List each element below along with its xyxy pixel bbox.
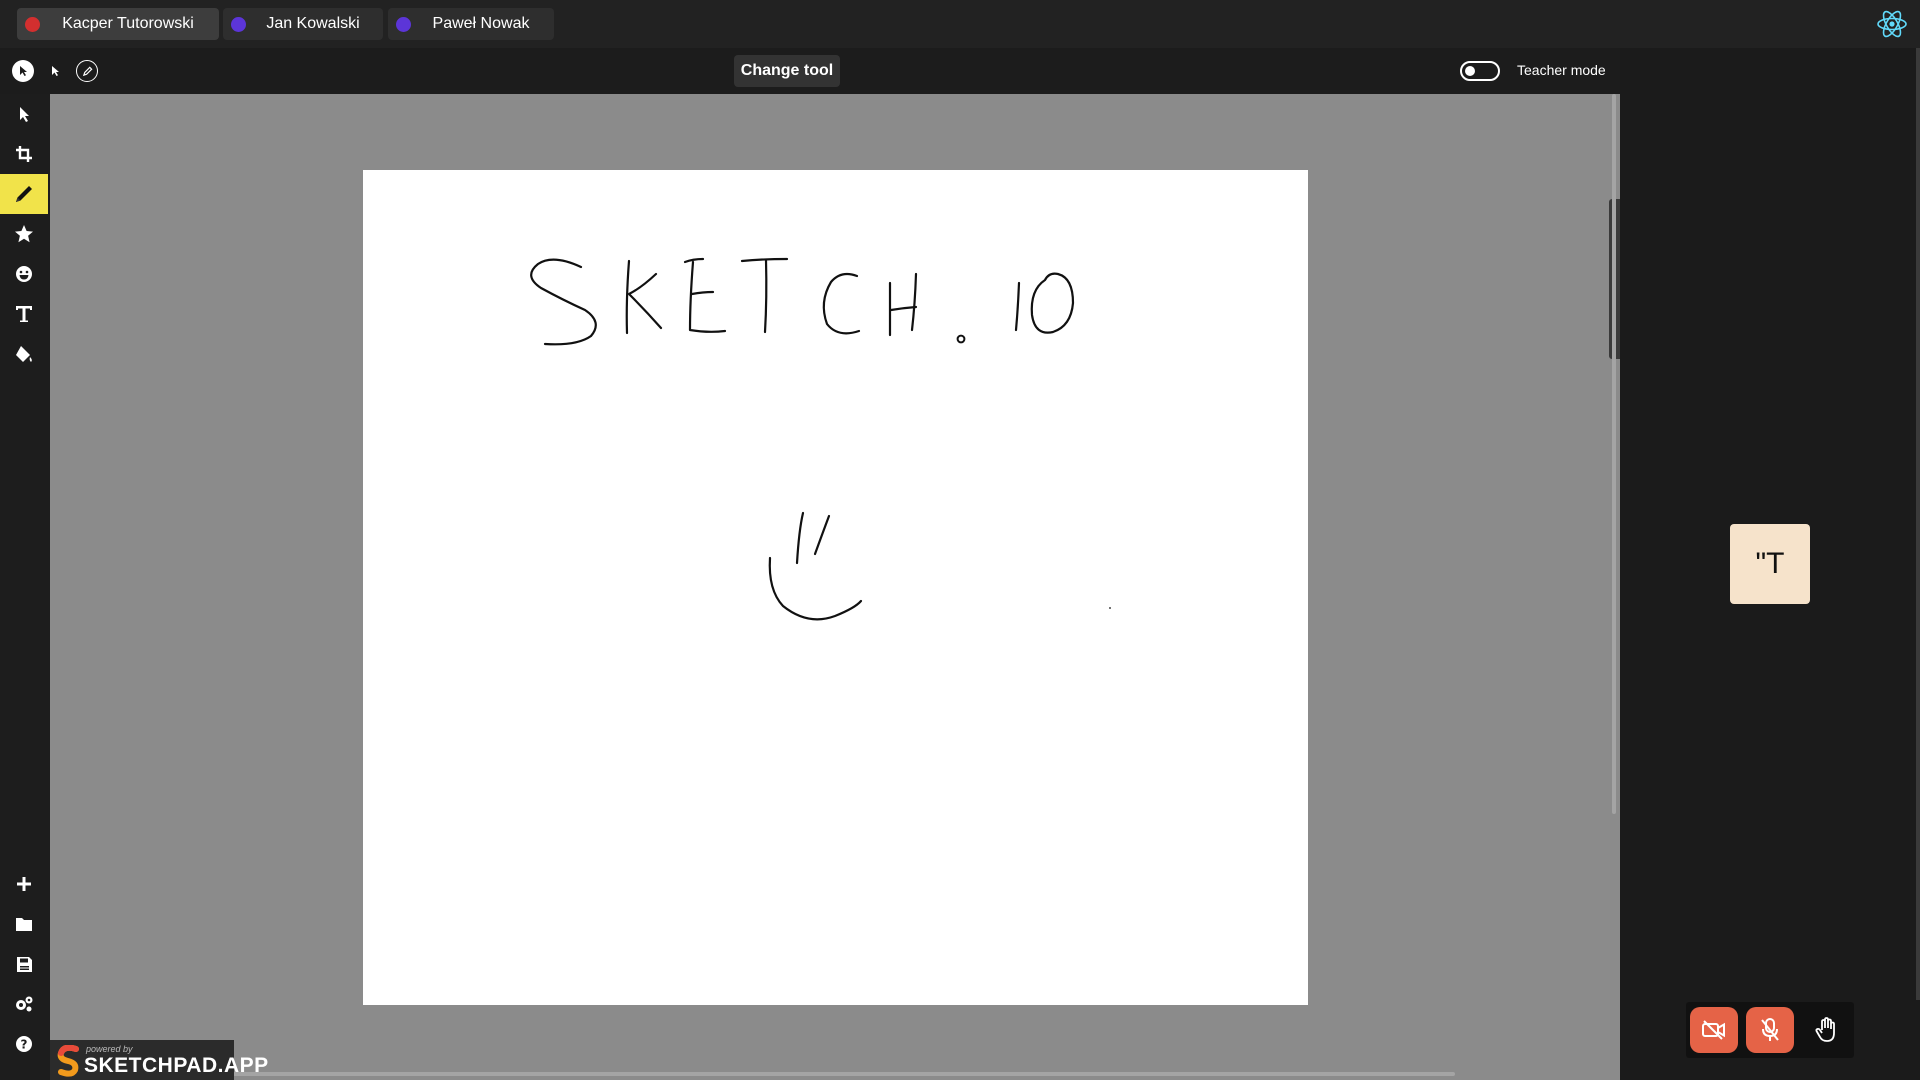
user-name: Paweł Nowak <box>432 15 530 32</box>
folder-icon <box>16 918 32 931</box>
camera-toggle-button[interactable] <box>1690 1007 1738 1053</box>
powered-by-label: powered by <box>86 1044 133 1054</box>
crop-icon <box>16 146 32 162</box>
pointer-filled-icon[interactable] <box>12 60 34 82</box>
text-icon <box>16 306 32 322</box>
save-icon <box>16 956 32 972</box>
open-folder-button[interactable] <box>0 904 48 944</box>
pointer-icon[interactable] <box>44 60 66 82</box>
settings-button[interactable] <box>0 984 48 1024</box>
react-icon[interactable] <box>1876 8 1908 40</box>
add-icon <box>17 877 31 891</box>
help-button[interactable]: ? <box>0 1024 48 1064</box>
star-icon <box>15 225 33 243</box>
panel-scrollbar[interactable] <box>1916 48 1920 1000</box>
vertical-scrollbar[interactable] <box>1612 94 1616 814</box>
user-name: Kacper Tutorowski <box>62 15 194 32</box>
user-tab-kacper-tutorowski[interactable]: Kacper Tutorowski <box>17 8 219 40</box>
camera-off-icon <box>1702 1020 1725 1040</box>
pencil-icon <box>16 186 32 202</box>
mic-off-icon <box>1761 1018 1779 1041</box>
sketchpad-name: SKETCHPAD.APP <box>84 1054 269 1077</box>
fill-icon <box>16 346 32 362</box>
add-button[interactable] <box>0 864 48 904</box>
call-controls <box>1686 1002 1854 1058</box>
user-tab-pawel-nowak[interactable]: Paweł Nowak <box>388 8 554 40</box>
sketchpad-branding[interactable]: powered by SKETCHPAD.APP <box>50 1040 268 1080</box>
pencil-tool-button[interactable] <box>0 174 48 214</box>
canvas-viewport[interactable] <box>50 94 1620 1080</box>
emoji-tool-button[interactable] <box>0 254 48 294</box>
shapes-tool-button[interactable] <box>0 214 48 254</box>
save-button[interactable] <box>0 944 48 984</box>
fill-tool-button[interactable] <box>0 334 48 374</box>
select-tool-button[interactable] <box>0 94 48 134</box>
help-icon: ? <box>16 1036 32 1052</box>
participant-video-tile[interactable]: "T <box>1730 524 1810 604</box>
emoji-icon <box>16 266 32 282</box>
teacher-mode-label: Teacher mode <box>1517 62 1606 78</box>
drawing-sheet[interactable] <box>363 170 1308 1005</box>
raise-hand-button[interactable] <box>1802 1007 1850 1053</box>
settings-icon <box>16 996 33 1012</box>
microphone-toggle-button[interactable] <box>1746 1007 1794 1053</box>
horizontal-scrollbar[interactable] <box>233 1072 1455 1076</box>
select-icon <box>20 107 29 122</box>
sketchpad-logo-icon <box>57 1045 79 1077</box>
raise-hand-icon <box>1815 1017 1835 1042</box>
svg-text:?: ? <box>21 1038 28 1052</box>
pencil-outline-icon[interactable] <box>76 60 98 82</box>
left-toolbar: ? <box>0 94 50 1080</box>
text-tool-button[interactable] <box>0 294 48 334</box>
user-tab-jan-kowalski[interactable]: Jan Kowalski <box>223 8 383 40</box>
top-bar: Kacper Tutorowski Jan Kowalski Paweł Now… <box>0 0 1920 48</box>
change-tool-button[interactable]: Change tool <box>734 55 840 87</box>
tool-options-bar: Change tool Teacher mode <box>0 48 1620 94</box>
teacher-mode-toggle[interactable] <box>1460 61 1500 81</box>
freehand-drawing <box>530 257 1111 621</box>
user-name: Jan Kowalski <box>266 15 360 32</box>
crop-tool-button[interactable] <box>0 134 48 174</box>
